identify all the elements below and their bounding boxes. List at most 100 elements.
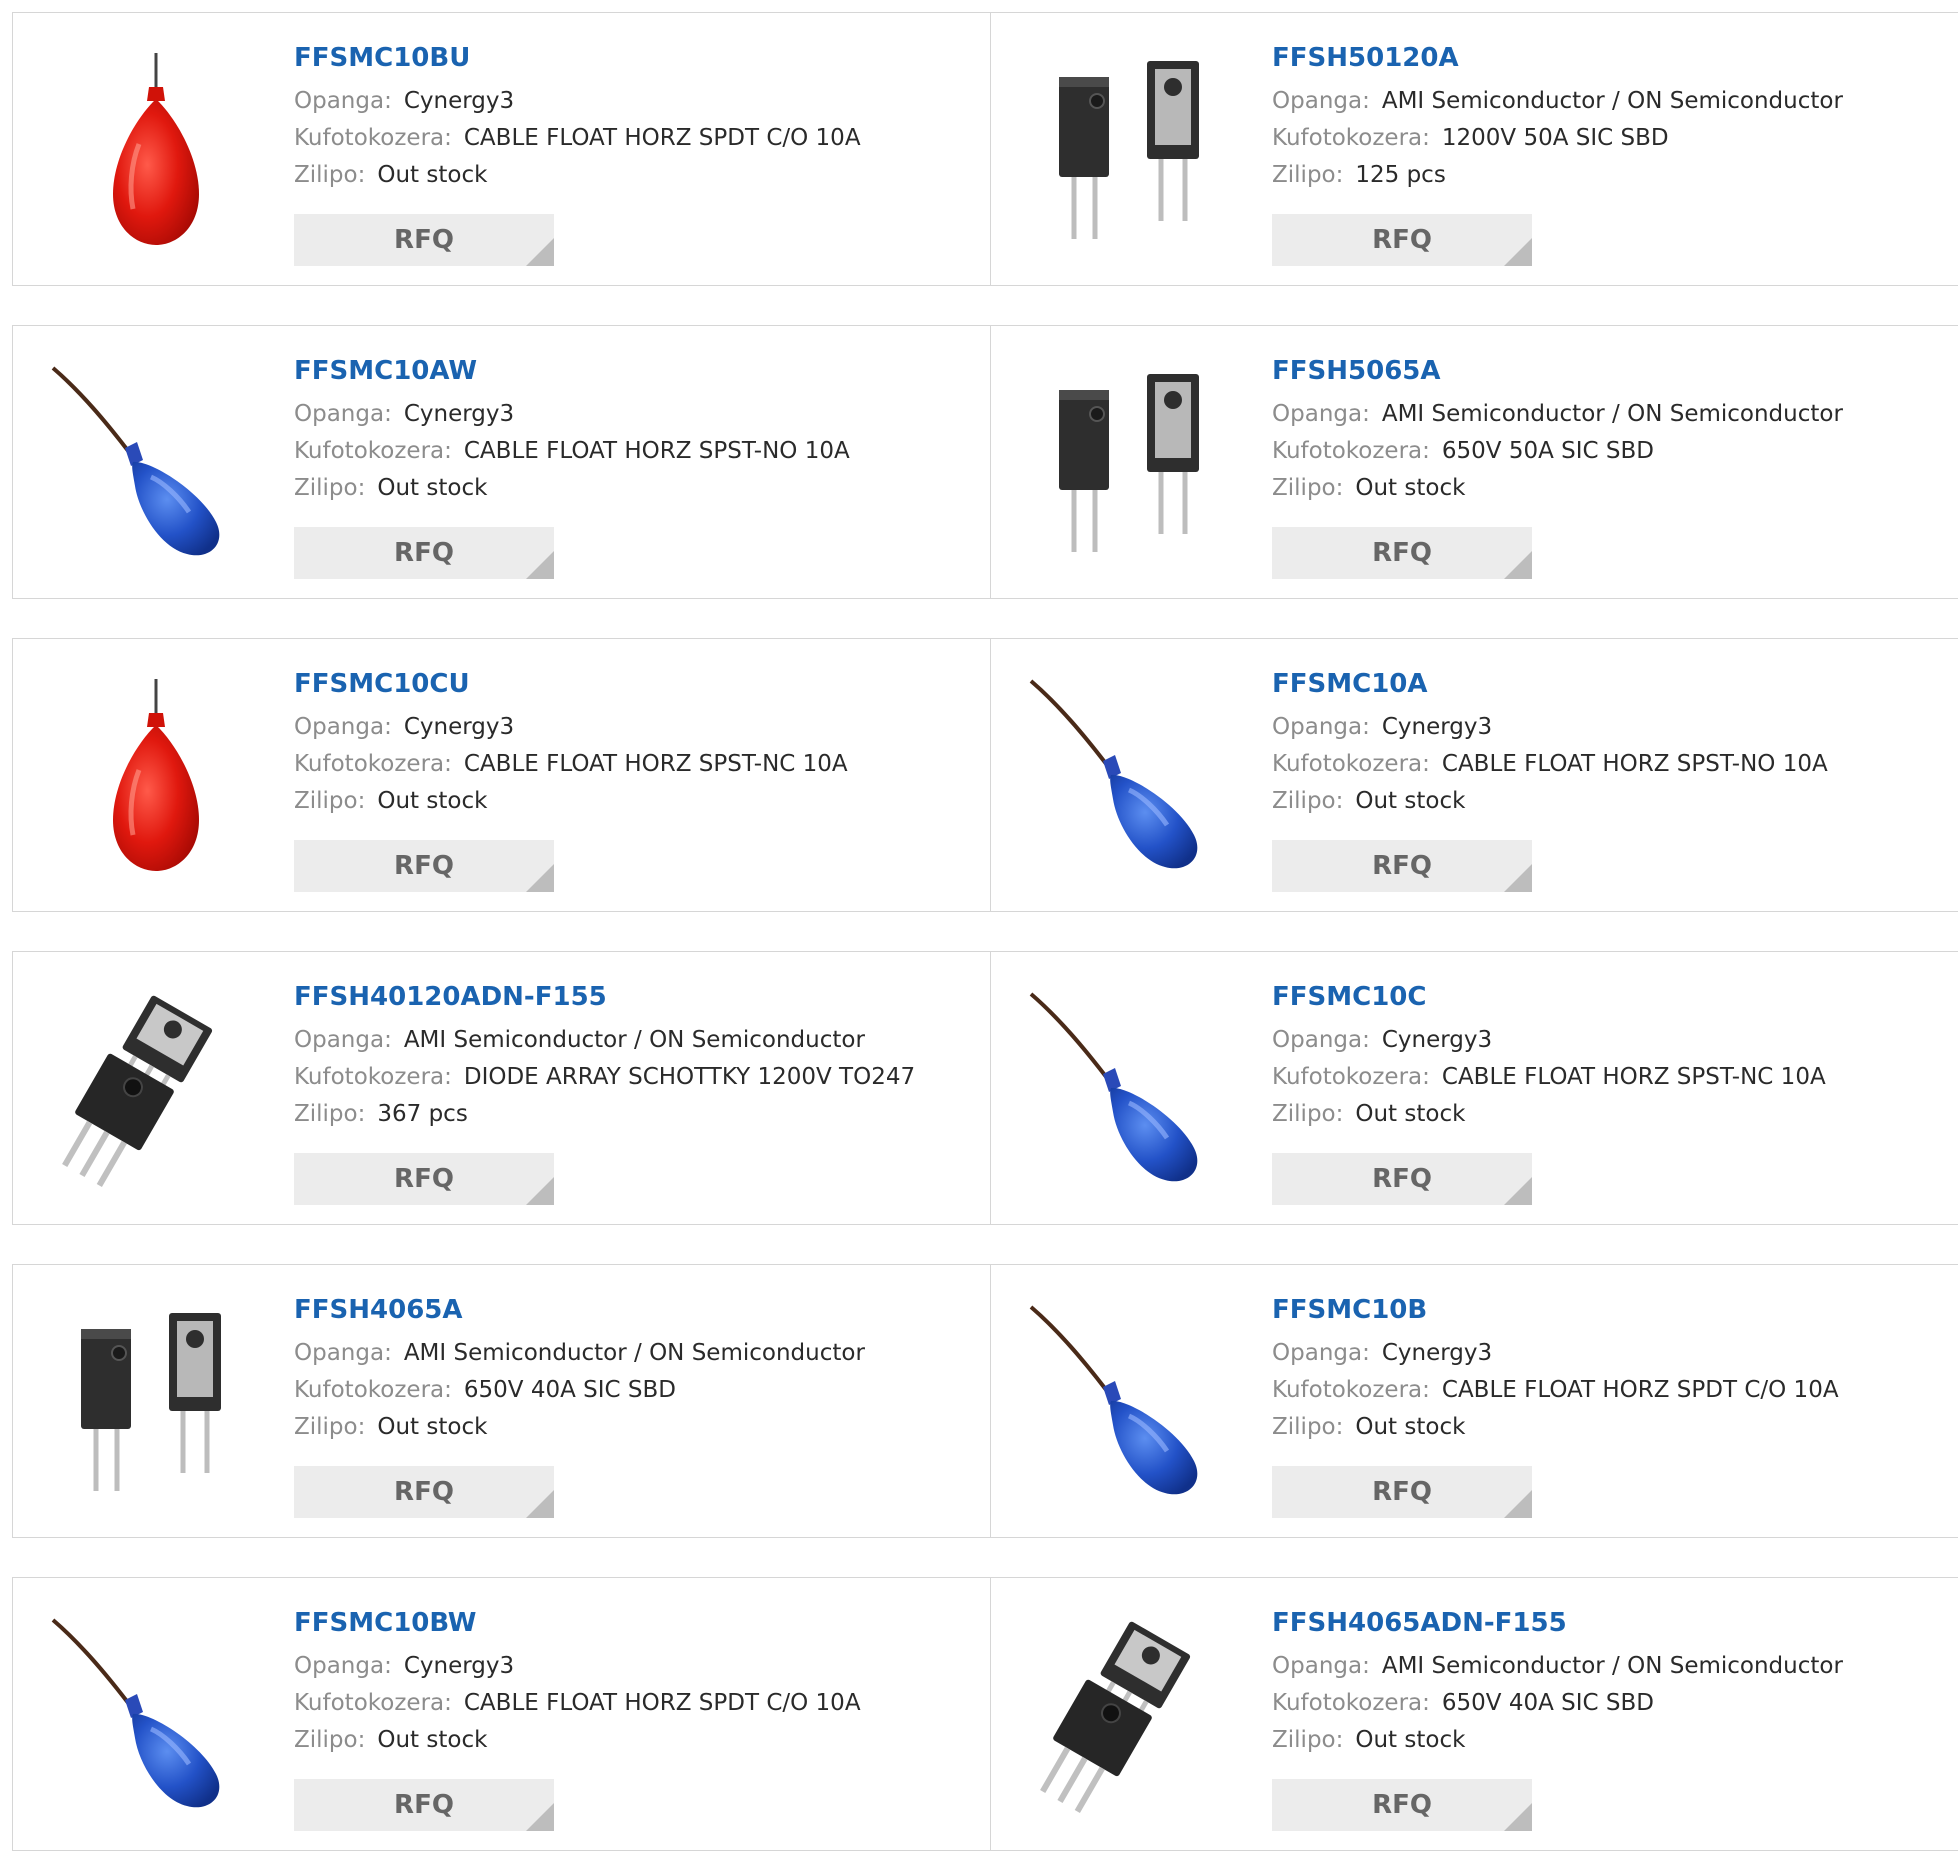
rfq-button[interactable]: RFQ bbox=[294, 214, 554, 266]
product-image[interactable] bbox=[51, 988, 251, 1188]
product-image[interactable] bbox=[51, 1301, 251, 1501]
manufacturer-value: Cynergy3 bbox=[1381, 714, 1493, 740]
manufacturer-value: Cynergy3 bbox=[403, 1653, 515, 1679]
description-value: 650V 50A SIC SBD bbox=[1441, 438, 1654, 464]
product-row: FFSMC10CU Opanga: Cynergy3 Kufotokozera: C… bbox=[12, 638, 1958, 912]
stock-label: Zilipo: bbox=[1272, 788, 1344, 814]
rfq-label: RFQ bbox=[1372, 1164, 1432, 1194]
description-label: Kufotokozera: bbox=[294, 438, 452, 464]
corner-fold-icon bbox=[526, 864, 554, 892]
product-image[interactable] bbox=[1029, 988, 1229, 1188]
part-number-link[interactable]: FFSH50120A bbox=[1272, 43, 1843, 73]
stock-value: 367 pcs bbox=[377, 1101, 468, 1127]
red-float-switch-icon bbox=[113, 679, 199, 871]
stock-label: Zilipo: bbox=[294, 475, 366, 501]
corner-fold-icon bbox=[526, 1803, 554, 1831]
manufacturer-label: Opanga: bbox=[294, 1653, 392, 1679]
stock-value: Out stock bbox=[377, 788, 488, 814]
product-image[interactable] bbox=[1029, 362, 1229, 562]
product-row: FFSMC10AW Opanga: Cynergy3 Kufotokozera: C… bbox=[12, 325, 1958, 599]
part-number-link[interactable]: FFSMC10C bbox=[1272, 982, 1826, 1012]
part-number-link[interactable]: FFSMC10BU bbox=[294, 43, 861, 73]
rfq-button[interactable]: RFQ bbox=[1272, 527, 1533, 579]
part-number-link[interactable]: FFSH4065ADN-F155 bbox=[1272, 1608, 1843, 1638]
stock-label: Zilipo: bbox=[294, 162, 366, 188]
product-info: FFSMC10B Opanga: Cynergy3 Kufotokozera: CA… bbox=[1272, 1295, 1839, 1446]
manufacturer-label: Opanga: bbox=[1272, 88, 1370, 114]
product-row: FFSMC10BW Opanga: Cynergy3 Kufotokozera: C… bbox=[12, 1577, 1958, 1851]
corner-fold-icon bbox=[526, 1490, 554, 1518]
stock-value: Out stock bbox=[1355, 788, 1466, 814]
rfq-label: RFQ bbox=[394, 538, 454, 568]
rfq-label: RFQ bbox=[394, 225, 454, 255]
blue-float-switch-icon bbox=[1029, 992, 1198, 1182]
description-label: Kufotokozera: bbox=[1272, 751, 1430, 777]
part-number-link[interactable]: FFSH4065A bbox=[294, 1295, 865, 1325]
manufacturer-line: Opanga: Cynergy3 bbox=[294, 83, 861, 120]
stock-value: Out stock bbox=[1355, 1101, 1466, 1127]
product-card: FFSMC10BU Opanga: Cynergy3 Kufotokozera: C… bbox=[13, 13, 990, 285]
part-number-link[interactable]: FFSMC10B bbox=[1272, 1295, 1839, 1325]
description-line: Kufotokozera: CABLE FLOAT HORZ SPDT C/O 1… bbox=[294, 120, 861, 157]
stock-value: Out stock bbox=[377, 1727, 488, 1753]
rfq-button[interactable]: RFQ bbox=[1272, 840, 1533, 892]
blue-float-switch-icon bbox=[51, 366, 220, 556]
to247-diode-icon bbox=[81, 1313, 221, 1491]
part-number-link[interactable]: FFSH5065A bbox=[1272, 356, 1843, 386]
description-line: Kufotokozera: CABLE FLOAT HORZ SPST-NO 10… bbox=[294, 433, 850, 470]
product-card: FFSH50120A Opanga: AMI Semiconductor / ON… bbox=[990, 13, 1958, 285]
stock-value: Out stock bbox=[1355, 475, 1466, 501]
part-number-link[interactable]: FFSH40120ADN-F155 bbox=[294, 982, 915, 1012]
part-number-link[interactable]: FFSMC10AW bbox=[294, 356, 850, 386]
rfq-button[interactable]: RFQ bbox=[294, 1466, 554, 1518]
description-value: CABLE FLOAT HORZ SPST-NO 10A bbox=[1441, 751, 1828, 777]
part-number-link[interactable]: FFSMC10BW bbox=[294, 1608, 861, 1638]
rfq-button[interactable]: RFQ bbox=[1272, 1466, 1533, 1518]
corner-fold-icon bbox=[1504, 1803, 1533, 1831]
stock-line: Zilipo: 125 pcs bbox=[1272, 157, 1843, 194]
product-image[interactable] bbox=[1029, 1614, 1229, 1814]
stock-label: Zilipo: bbox=[294, 1414, 366, 1440]
manufacturer-value: Cynergy3 bbox=[1381, 1340, 1493, 1366]
product-image[interactable] bbox=[1029, 675, 1229, 875]
product-image[interactable] bbox=[51, 362, 251, 562]
rfq-button[interactable]: RFQ bbox=[294, 1779, 554, 1831]
rfq-label: RFQ bbox=[1372, 1790, 1432, 1820]
rfq-button[interactable]: RFQ bbox=[1272, 1779, 1533, 1831]
manufacturer-value: Cynergy3 bbox=[403, 401, 515, 427]
description-line: Kufotokozera: CABLE FLOAT HORZ SPST-NC 10… bbox=[294, 746, 848, 783]
description-value: 650V 40A SIC SBD bbox=[463, 1377, 676, 1403]
product-image[interactable] bbox=[51, 1614, 251, 1814]
rfq-button[interactable]: RFQ bbox=[294, 1153, 554, 1205]
manufacturer-label: Opanga: bbox=[1272, 1027, 1370, 1053]
product-card: FFSMC10C Opanga: Cynergy3 Kufotokozera: CA… bbox=[990, 952, 1958, 1224]
stock-value: 125 pcs bbox=[1355, 162, 1446, 188]
stock-line: Zilipo: Out stock bbox=[294, 1722, 861, 1759]
rfq-button[interactable]: RFQ bbox=[1272, 1153, 1533, 1205]
rfq-label: RFQ bbox=[394, 1477, 454, 1507]
blue-float-switch-icon bbox=[1029, 1305, 1198, 1495]
rfq-button[interactable]: RFQ bbox=[294, 840, 554, 892]
product-row: FFSH4065A Opanga: AMI Semiconductor / ON … bbox=[12, 1264, 1958, 1538]
product-image[interactable] bbox=[1029, 49, 1229, 249]
part-number-link[interactable]: FFSMC10A bbox=[1272, 669, 1828, 699]
blue-float-switch-icon bbox=[1029, 679, 1198, 869]
blue-float-switch-icon bbox=[51, 1618, 220, 1808]
description-line: Kufotokozera: CABLE FLOAT HORZ SPST-NC 10… bbox=[1272, 1059, 1826, 1096]
manufacturer-value: Cynergy3 bbox=[403, 714, 515, 740]
description-value: CABLE FLOAT HORZ SPST-NC 10A bbox=[463, 751, 848, 777]
rfq-button[interactable]: RFQ bbox=[1272, 214, 1533, 266]
product-card: FFSMC10B Opanga: Cynergy3 Kufotokozera: CA… bbox=[990, 1265, 1958, 1537]
corner-fold-icon bbox=[1504, 238, 1533, 266]
stock-label: Zilipo: bbox=[1272, 1101, 1344, 1127]
stock-line: Zilipo: Out stock bbox=[294, 470, 850, 507]
product-image[interactable] bbox=[1029, 1301, 1229, 1501]
description-label: Kufotokozera: bbox=[294, 751, 452, 777]
product-image[interactable] bbox=[51, 49, 251, 249]
product-image[interactable] bbox=[51, 675, 251, 875]
manufacturer-line: Opanga: AMI Semiconductor / ON Semiconduc… bbox=[1272, 1648, 1843, 1685]
corner-fold-icon bbox=[1504, 864, 1533, 892]
description-value: 650V 40A SIC SBD bbox=[1441, 1690, 1654, 1716]
rfq-button[interactable]: RFQ bbox=[294, 527, 554, 579]
part-number-link[interactable]: FFSMC10CU bbox=[294, 669, 848, 699]
